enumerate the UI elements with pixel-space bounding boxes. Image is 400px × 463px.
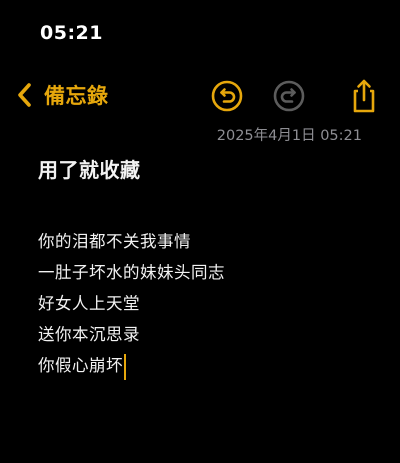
text-cursor [124,353,126,380]
note-line: 一肚子坏水的妹妹头同志 [38,263,225,282]
note-line: 送你本沉思录 [38,325,140,344]
status-bar-time: 05:21 [40,22,103,44]
note-line-text: 你假心崩坏 [38,356,123,375]
chevron-left-icon [18,83,31,107]
note-timestamp: 2025年4月1日 05:21 [216,128,362,144]
undo-button[interactable] [209,78,245,114]
note-line: 好女人上天堂 [38,294,140,313]
back-button[interactable]: 備忘錄 [14,78,109,112]
share-button[interactable] [346,78,382,114]
undo-icon [211,80,243,112]
note-line: 你的泪都不关我事情 [38,232,191,251]
redo-icon [273,80,305,112]
note-line: 你假心崩坏 [38,350,368,381]
note-body[interactable]: 你的泪都不关我事情 一肚子坏水的妹妹头同志 好女人上天堂 送你本沉思录 你假心崩… [38,226,368,381]
navigation-bar: 備忘錄 [0,72,400,120]
share-icon [353,79,375,113]
note-title[interactable]: 用了就收藏 [38,154,141,183]
back-button-label: 備忘錄 [44,84,109,108]
redo-button[interactable] [271,78,307,114]
